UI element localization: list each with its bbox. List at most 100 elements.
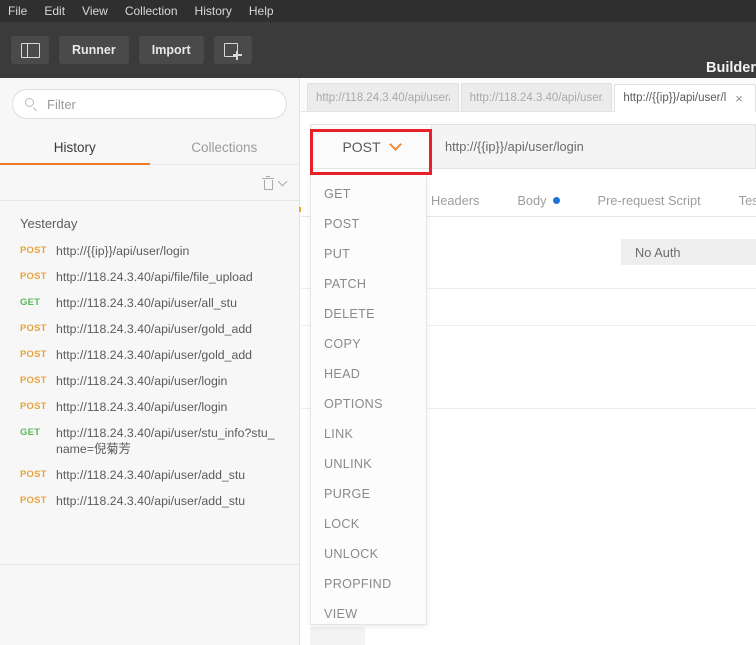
list-item[interactable]: POST http://118.24.3.40/api/file/file_up… (0, 264, 299, 290)
method-selector[interactable]: POST (310, 124, 432, 169)
list-item[interactable]: POST http://118.24.3.40/api/user/gold_ad… (0, 342, 299, 368)
tab-headers-label: Headers (431, 193, 479, 208)
method-badge: POST (20, 347, 48, 360)
chevron-down-icon[interactable] (278, 176, 288, 186)
url-row: POST http://{{ip}}/api/user/login (301, 124, 756, 169)
history-list[interactable]: Yesterday POST http://{{ip}}/api/user/lo… (0, 201, 299, 599)
method-option-purge[interactable]: PURGE (311, 479, 426, 509)
tab-body[interactable]: Body (517, 193, 559, 208)
method-badge: GET (20, 295, 48, 308)
method-option-head[interactable]: HEAD (311, 359, 426, 389)
runner-button[interactable]: Runner (59, 36, 129, 64)
request-tab-1[interactable]: http://118.24.3.40/api/user/ (307, 83, 459, 111)
sidebar-actions (0, 165, 299, 201)
method-badge: POST (20, 493, 48, 506)
tab-tests[interactable]: Tests (739, 193, 756, 208)
chevron-down-icon (389, 138, 402, 151)
top-toolbar: Runner Import Builder (0, 22, 756, 78)
trash-icon[interactable] (262, 176, 274, 190)
method-option-delete[interactable]: DELETE (311, 299, 426, 329)
search-icon (25, 98, 38, 111)
filter-container (0, 78, 299, 119)
panel-toggle-icon (21, 43, 40, 58)
sidebar-divider (0, 564, 299, 565)
sidebar-toggle-button[interactable] (11, 36, 49, 64)
url-input-value: http://{{ip}}/api/user/login (445, 139, 584, 154)
method-option-options[interactable]: OPTIONS (311, 389, 426, 419)
menu-item-history[interactable]: History (195, 0, 232, 22)
history-group-label: Yesterday (0, 201, 299, 238)
menu-item-file[interactable]: File (8, 0, 27, 22)
method-badge: POST (20, 269, 48, 282)
method-option-view[interactable]: VIEW (311, 599, 426, 629)
list-item[interactable]: GET http://118.24.3.40/api/user/stu_info… (0, 420, 299, 462)
menu-item-view[interactable]: View (82, 0, 108, 22)
menu-item-help[interactable]: Help (249, 0, 274, 22)
list-item[interactable]: POST http://118.24.3.40/api/user/add_stu (0, 488, 299, 514)
history-url: http://118.24.3.40/api/user/all_stu (56, 295, 237, 311)
menu-item-edit[interactable]: Edit (44, 0, 65, 22)
new-tab-icon (224, 42, 242, 58)
filter-box[interactable] (12, 89, 287, 119)
method-option-put[interactable]: PUT (311, 239, 426, 269)
tab-tests-label: Tests (739, 193, 756, 208)
method-badge: POST (20, 399, 48, 412)
new-tab-button[interactable] (214, 36, 252, 64)
method-option-link[interactable]: LINK (311, 419, 426, 449)
history-url: http://{{ip}}/api/user/login (56, 243, 189, 259)
method-badge: POST (20, 243, 48, 256)
request-tab-label: http://118.24.3.40/api/user/ (470, 92, 604, 104)
request-tab-3-active[interactable]: http://{{ip}}/api/user/l × (614, 84, 756, 112)
method-option-post[interactable]: POST (311, 209, 426, 239)
tab-pre-request-script[interactable]: Pre-request Script (598, 193, 701, 208)
menu-item-collection[interactable]: Collection (125, 0, 178, 22)
builder-tab[interactable]: Builder (706, 60, 756, 76)
background-panel-fragment (310, 627, 365, 645)
method-option-copy[interactable]: COPY (311, 329, 426, 359)
history-url: http://118.24.3.40/api/user/add_stu (56, 493, 245, 509)
request-tab-2[interactable]: http://118.24.3.40/api/user/ (461, 83, 613, 111)
method-badge: GET (20, 425, 48, 438)
tab-body-label: Body (517, 193, 546, 208)
history-url: http://118.24.3.40/api/user/gold_add (56, 321, 252, 337)
method-option-patch[interactable]: PATCH (311, 269, 426, 299)
history-url: http://118.24.3.40/api/user/login (56, 399, 227, 415)
method-option-lock[interactable]: LOCK (311, 509, 426, 539)
method-option-unlink[interactable]: UNLINK (311, 449, 426, 479)
list-item[interactable]: POST http://118.24.3.40/api/user/login (0, 394, 299, 420)
method-option-propfind[interactable]: PROPFIND (311, 569, 426, 599)
body-modified-dot-icon (553, 197, 560, 204)
history-url: http://118.24.3.40/api/user/gold_add (56, 347, 252, 363)
list-item[interactable]: POST http://{{ip}}/api/user/login (0, 238, 299, 264)
list-item[interactable]: POST http://118.24.3.40/api/user/login (0, 368, 299, 394)
sidebar-tabs: History Collections (0, 131, 299, 165)
import-button[interactable]: Import (139, 36, 204, 64)
history-url: http://118.24.3.40/api/user/add_stu (56, 467, 245, 483)
list-item[interactable]: POST http://118.24.3.40/api/user/add_stu (0, 462, 299, 488)
sidebar-tab-collections[interactable]: Collections (150, 131, 300, 164)
sidebar-tab-history[interactable]: History (0, 131, 150, 164)
search-input[interactable] (47, 97, 274, 112)
method-badge: POST (20, 373, 48, 386)
url-input[interactable]: http://{{ip}}/api/user/login (432, 124, 756, 169)
method-option-unlock[interactable]: UNLOCK (311, 539, 426, 569)
history-url: http://118.24.3.40/api/file/file_upload (56, 269, 253, 285)
auth-type-select[interactable]: No Auth (621, 239, 756, 265)
history-url: http://118.24.3.40/api/user/login (56, 373, 227, 389)
method-badge: POST (20, 467, 48, 480)
method-dropdown-menu[interactable]: GET POST PUT PATCH DELETE COPY HEAD OPTI… (310, 175, 427, 625)
menu-bar: File Edit View Collection History Help (0, 0, 756, 22)
list-item[interactable]: GET http://118.24.3.40/api/user/all_stu (0, 290, 299, 316)
postman-window: File Edit View Collection History Help R… (0, 0, 756, 645)
request-tab-strip: http://118.24.3.40/api/user/ http://118.… (301, 78, 756, 112)
request-tab-label: http://{{ip}}/api/user/l (623, 92, 726, 104)
method-badge: POST (20, 321, 48, 334)
auth-type-value: No Auth (635, 245, 681, 260)
history-url: http://118.24.3.40/api/user/stu_info?stu… (56, 425, 276, 457)
request-tab-label: http://118.24.3.40/api/user/ (316, 92, 450, 104)
sidebar: History Collections Yesterday POST http:… (0, 78, 300, 645)
close-icon[interactable]: × (735, 92, 743, 105)
method-option-get[interactable]: GET (311, 179, 426, 209)
tab-headers[interactable]: Headers (431, 193, 479, 208)
list-item[interactable]: POST http://118.24.3.40/api/user/gold_ad… (0, 316, 299, 342)
